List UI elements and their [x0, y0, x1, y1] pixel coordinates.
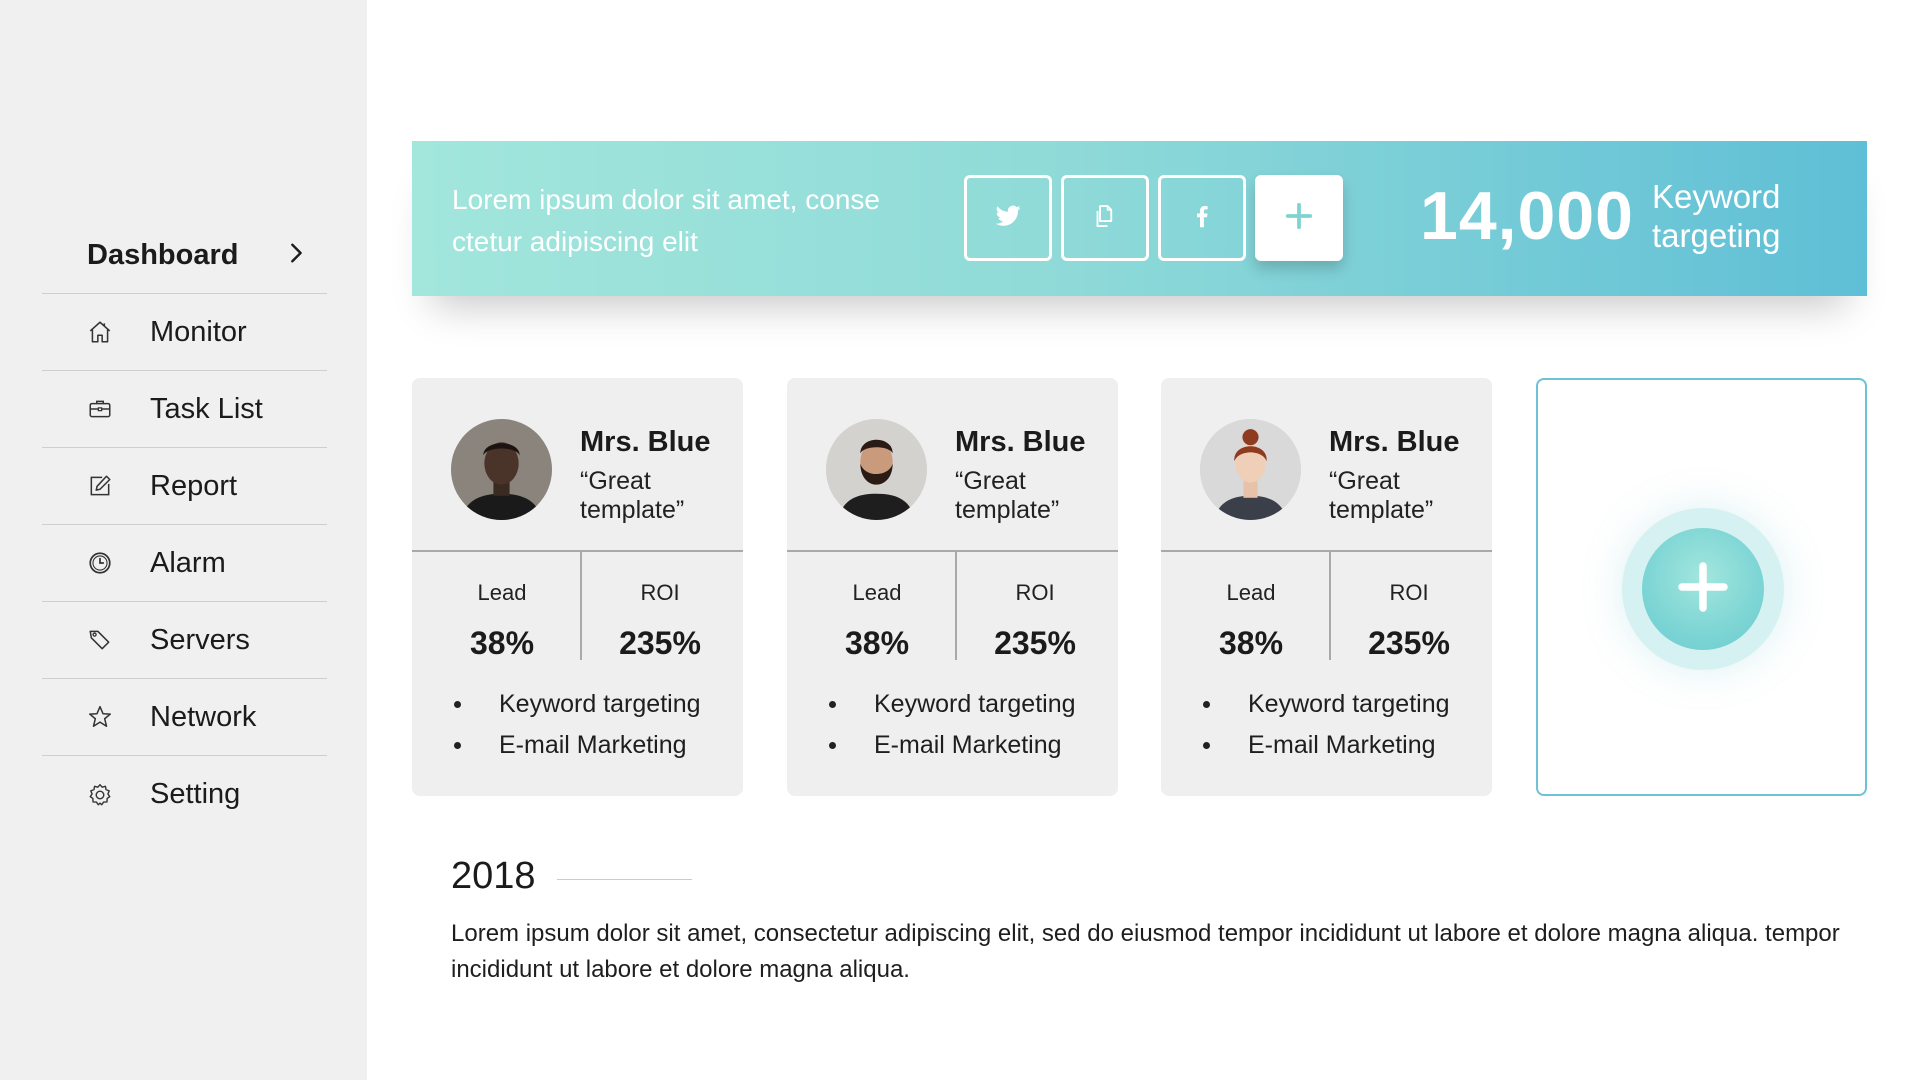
copy-icon: [1090, 201, 1120, 236]
sidebar-item-label: Monitor: [150, 315, 247, 348]
metric-label-roi: ROI: [1389, 580, 1429, 605]
sidebar-nav: Dashboard Monitor Task List Report Alarm…: [42, 218, 327, 833]
sidebar-item-label: Setting: [150, 778, 241, 810]
profile-card[interactable]: Mrs. Blue “Great template” Lead ROI 38% …: [1161, 378, 1492, 796]
feature-list: Keyword targeting E-mail Marketing: [827, 684, 1076, 766]
home-icon: [86, 318, 114, 346]
profile-quote: “Great template”: [580, 467, 685, 524]
add-profile-button[interactable]: [1642, 528, 1764, 650]
profile-name: Mrs. Blue: [955, 426, 1086, 458]
metric-value-roi: 235%: [619, 625, 701, 661]
profile-card[interactable]: Mrs. Blue “Great template” Lead ROI 38% …: [412, 378, 743, 796]
banner-text: Lorem ipsum dolor sit amet, conse ctetur…: [452, 184, 880, 257]
sidebar-item-label: Servers: [150, 623, 250, 656]
sidebar-item-alarm[interactable]: Alarm: [42, 525, 327, 602]
list-item-text: E-mail Marketing: [1248, 731, 1436, 759]
sidebar-item-label: Network: [150, 700, 257, 733]
sidebar-item-servers[interactable]: Servers: [42, 602, 327, 679]
sidebar-item-label: Task List: [150, 392, 263, 425]
metric-label-roi: ROI: [640, 580, 680, 605]
add-button-halo: [1622, 508, 1784, 670]
metric-label-lead: Lead: [852, 580, 902, 605]
list-item: Keyword targeting: [452, 684, 701, 725]
metric-value-roi: 235%: [1368, 625, 1450, 661]
copy-button[interactable]: [1061, 175, 1149, 261]
list-item: E-mail Marketing: [1201, 725, 1450, 766]
edit-icon: [86, 472, 114, 500]
avatar: [1200, 419, 1301, 520]
list-item: E-mail Marketing: [827, 725, 1076, 766]
profile-name: Mrs. Blue: [580, 426, 711, 458]
profile-name: Mrs. Blue: [1329, 426, 1460, 458]
sidebar-item-setting[interactable]: Setting: [42, 756, 327, 833]
sidebar-header-label: Dashboard: [87, 239, 239, 271]
avatar: [451, 419, 552, 520]
metric-value-lead: 38%: [844, 625, 910, 661]
list-item-text: Keyword targeting: [499, 690, 701, 718]
clock-icon: [86, 549, 114, 577]
plus-icon: [1284, 201, 1314, 236]
list-item-text: Keyword targeting: [874, 690, 1076, 718]
stat-value: 14,000: [1420, 178, 1634, 254]
divider: [557, 879, 692, 880]
metric-value-lead: 38%: [469, 625, 535, 661]
sidebar-item-monitor[interactable]: Monitor: [42, 294, 327, 371]
sidebar-item-label: Alarm: [150, 546, 226, 579]
twitter-icon: [993, 201, 1023, 236]
bullet-icon: [829, 742, 836, 749]
list-item-text: E-mail Marketing: [499, 731, 687, 759]
chevron-right-icon: [285, 242, 307, 269]
briefcase-icon: [86, 395, 114, 423]
profile-quote: “Great template”: [955, 467, 1060, 524]
list-item-text: Keyword targeting: [1248, 690, 1450, 718]
list-item-text: E-mail Marketing: [874, 731, 1062, 759]
metric-value-roi: 235%: [994, 625, 1076, 661]
summary-banner: Lorem ipsum dolor sit amet, conse ctetur…: [412, 141, 1867, 296]
bullet-icon: [454, 701, 461, 708]
add-share-button[interactable]: [1255, 175, 1343, 261]
sidebar-header-dashboard[interactable]: Dashboard: [42, 218, 327, 294]
section-year: 2018: [451, 855, 536, 897]
list-item: Keyword targeting: [1201, 684, 1450, 725]
section-paragraph: Lorem ipsum dolor sit amet, consectetur …: [451, 920, 1840, 983]
star-icon: [86, 703, 114, 731]
metric-label-lead: Lead: [477, 580, 527, 605]
sidebar-item-label: Report: [150, 469, 238, 502]
twitter-button[interactable]: [964, 175, 1052, 261]
list-item: E-mail Marketing: [452, 725, 701, 766]
metric-label-roi: ROI: [1015, 580, 1055, 605]
feature-list: Keyword targeting E-mail Marketing: [452, 684, 701, 766]
list-item: Keyword targeting: [827, 684, 1076, 725]
sidebar-item-report[interactable]: Report: [42, 448, 327, 525]
divider: [412, 550, 743, 552]
facebook-icon: [1187, 201, 1217, 236]
bullet-icon: [1203, 742, 1210, 749]
profile-quote: “Great template”: [1329, 467, 1434, 524]
divider: [1161, 550, 1492, 552]
metric-label-lead: Lead: [1226, 580, 1276, 605]
stat-label: Keyword targeting: [1652, 178, 1781, 254]
plus-icon: [1675, 559, 1731, 620]
add-card[interactable]: [1536, 378, 1867, 796]
bullet-icon: [1203, 701, 1210, 708]
sidebar-item-network[interactable]: Network: [42, 679, 327, 756]
bullet-icon: [454, 742, 461, 749]
avatar: [826, 419, 927, 520]
profile-card[interactable]: Mrs. Blue “Great template” Lead ROI 38% …: [787, 378, 1118, 796]
feature-list: Keyword targeting E-mail Marketing: [1201, 684, 1450, 766]
facebook-button[interactable]: [1158, 175, 1246, 261]
bullet-icon: [829, 701, 836, 708]
sidebar-item-task-list[interactable]: Task List: [42, 371, 327, 448]
sidebar: Dashboard Monitor Task List Report Alarm…: [0, 0, 367, 1080]
tag-icon: [86, 626, 114, 654]
gear-icon: [86, 781, 114, 809]
divider: [787, 550, 1118, 552]
metric-value-lead: 38%: [1218, 625, 1284, 661]
